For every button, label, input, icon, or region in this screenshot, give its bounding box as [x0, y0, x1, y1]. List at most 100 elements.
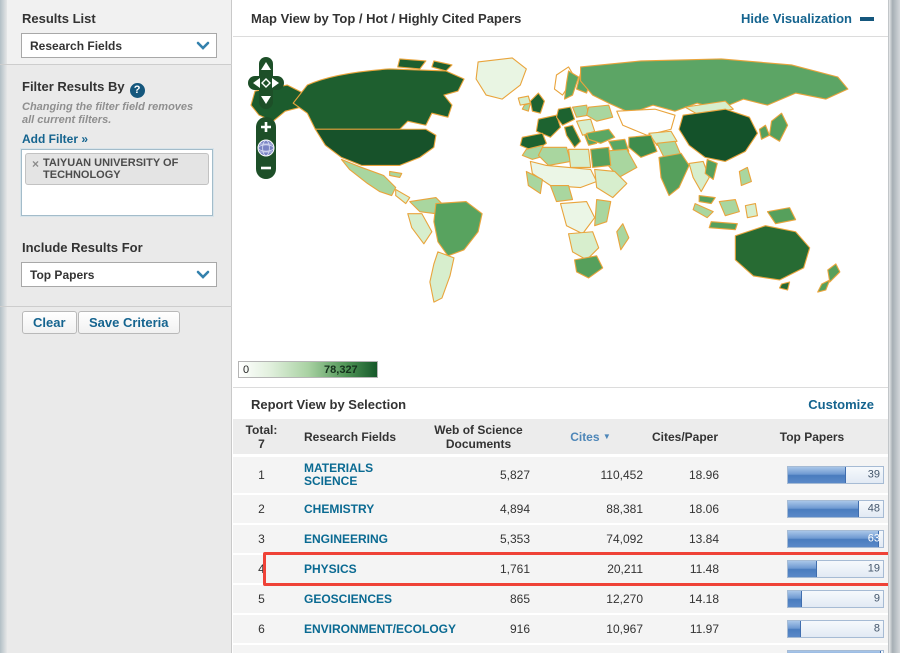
- table-row: 0ALL FIELDS21,899338,80715.47206: [233, 645, 888, 653]
- top-papers-bar: 9: [787, 590, 884, 608]
- field-link[interactable]: GEOSCIENCES: [304, 592, 392, 606]
- main-panel: Map View by Top / Hot / Highly Cited Pap…: [233, 0, 888, 653]
- table-header-row: Total: 7 Research Fields Web of Science Do…: [233, 419, 888, 457]
- table-row: 3 ENGINEERING 5,353 74,092 13.84 63: [233, 525, 888, 555]
- sidebar-divider: [0, 64, 232, 65]
- cites-cell: 20,211: [534, 555, 647, 585]
- add-filter-link[interactable]: Add Filter »: [22, 132, 88, 146]
- report-table-wrap: Total: 7 Research Fields Web of Science Do…: [233, 419, 888, 653]
- bar-value: 39: [867, 468, 880, 481]
- results-list-selected-value: Research Fields: [30, 38, 123, 53]
- field-cell: ALL FIELDS: [290, 645, 423, 653]
- col-research-fields[interactable]: Research Fields: [290, 419, 423, 457]
- table-row: 1 MATERIALS SCIENCE 5,827 110,452 18.96 39: [233, 457, 888, 495]
- legend-max-label: 78,327: [324, 364, 358, 376]
- top-papers-cell: 48: [723, 495, 888, 525]
- minus-icon: [860, 17, 874, 21]
- rank-cell: 0: [233, 645, 290, 653]
- rank-cell: 4: [233, 555, 290, 585]
- cites-cell: 110,452: [534, 457, 647, 495]
- top-papers-bar: 8: [787, 620, 884, 638]
- field-link[interactable]: PHYSICS: [304, 562, 357, 576]
- pan-control[interactable]: [248, 57, 284, 109]
- app-window: Results List Research Fields Filter Resu…: [0, 0, 900, 653]
- rank-cell: 6: [233, 615, 290, 645]
- world-map[interactable]: [249, 53, 874, 311]
- bar-value: 9: [873, 592, 880, 605]
- table-row: 2 CHEMISTRY 4,894 88,381 18.06 48: [233, 495, 888, 525]
- col-cites-per-paper[interactable]: Cites/Paper: [647, 419, 723, 457]
- right-scrollbar[interactable]: [888, 0, 900, 653]
- results-list-label: Results List: [22, 11, 96, 26]
- col-wos-documents[interactable]: Web of Science Documents: [423, 419, 534, 457]
- table-row: 5 GEOSCIENCES 865 12,270 14.18 9: [233, 585, 888, 615]
- sort-desc-icon: ▼: [602, 431, 611, 441]
- map-visualization: 0 78,327: [233, 37, 888, 388]
- field-cell: ENVIRONMENT/ECOLOGY: [290, 615, 456, 645]
- cpp-cell: 14.18: [647, 585, 723, 615]
- field-cell: GEOSCIENCES: [290, 585, 423, 615]
- cpp-cell: 18.06: [647, 495, 723, 525]
- rank-cell: 1: [233, 457, 290, 495]
- help-icon[interactable]: ?: [129, 83, 145, 98]
- field-link[interactable]: CHEMISTRY: [304, 502, 374, 516]
- filter-note: Changing the filter field removes all cu…: [22, 101, 194, 126]
- cites-cell: 88,381: [534, 495, 647, 525]
- report-title: Report View by Selection: [251, 397, 407, 412]
- col-top-papers[interactable]: Top Papers: [723, 419, 888, 457]
- filter-tag: × TAIYUAN UNIVERSITY OF TECHNOLOGY: [25, 153, 209, 185]
- include-results-label: Include Results For: [22, 240, 143, 255]
- top-papers-cell: 19: [723, 555, 888, 585]
- top-papers-cell: 9: [723, 585, 888, 615]
- chevron-down-icon: [196, 41, 210, 50]
- clear-button[interactable]: Clear: [22, 311, 77, 334]
- cpp-cell: 11.48: [647, 555, 723, 585]
- bar-fill: [788, 501, 860, 517]
- docs-cell: 865: [423, 585, 534, 615]
- cites-cell: 74,092: [534, 525, 647, 555]
- field-cell: ENGINEERING: [290, 525, 423, 555]
- map-panel-header: Map View by Top / Hot / Highly Cited Pap…: [233, 0, 888, 37]
- hide-visualization-link[interactable]: Hide Visualization: [741, 11, 874, 26]
- customize-link[interactable]: Customize: [808, 397, 874, 412]
- top-papers-cell: 8: [723, 615, 888, 645]
- include-results-select[interactable]: Top Papers: [21, 262, 217, 287]
- field-cell: CHEMISTRY: [290, 495, 423, 525]
- cpp-cell: 18.96: [647, 457, 723, 495]
- cpp-cell: 11.97: [647, 615, 723, 645]
- bar-value: 19: [867, 562, 880, 575]
- bar-value: 48: [867, 502, 880, 515]
- bar-value: 8: [873, 622, 880, 635]
- top-papers-bar: 39: [787, 466, 884, 484]
- report-table: Total: 7 Research Fields Web of Science Do…: [233, 419, 888, 653]
- map-controls: [248, 57, 284, 179]
- zoom-control[interactable]: [256, 117, 276, 179]
- table-row: 4 PHYSICS 1,761 20,211 11.48 19: [233, 555, 888, 585]
- map-panel-title: Map View by Top / Hot / Highly Cited Pap…: [251, 11, 522, 26]
- rank-cell: 3: [233, 525, 290, 555]
- docs-cell: 1,761: [423, 555, 534, 585]
- field-cell: PHYSICS: [290, 555, 423, 585]
- field-link[interactable]: MATERIALS SCIENCE: [304, 461, 373, 488]
- field-cell: MATERIALS SCIENCE: [290, 457, 423, 495]
- docs-cell: 4,894: [423, 495, 534, 525]
- results-list-select[interactable]: Research Fields: [21, 33, 217, 58]
- col-total: Total: 7: [233, 419, 290, 457]
- cpp-cell: 15.47: [647, 645, 723, 653]
- sidebar-divider: [0, 306, 232, 307]
- sidebar-edge: [0, 0, 7, 653]
- table-row: 6 ENVIRONMENT/ECOLOGY 916 10,967 11.97 8: [233, 615, 888, 645]
- field-link[interactable]: ENVIRONMENT/ECOLOGY: [304, 622, 456, 636]
- bar-fill: [788, 467, 846, 483]
- col-cites-sorted[interactable]: Cites ▼: [534, 419, 647, 457]
- bar-fill: [788, 561, 818, 577]
- save-criteria-button[interactable]: Save Criteria: [78, 311, 180, 334]
- filter-tags-box[interactable]: × TAIYUAN UNIVERSITY OF TECHNOLOGY: [21, 149, 213, 216]
- cites-cell: 12,270: [534, 585, 647, 615]
- include-results-selected-value: Top Papers: [30, 267, 95, 282]
- filter-results-title: Filter Results By?: [22, 79, 145, 98]
- field-link[interactable]: ENGINEERING: [304, 532, 388, 546]
- bar-fill: [788, 531, 880, 547]
- rank-cell: 5: [233, 585, 290, 615]
- remove-tag-icon[interactable]: ×: [30, 157, 43, 181]
